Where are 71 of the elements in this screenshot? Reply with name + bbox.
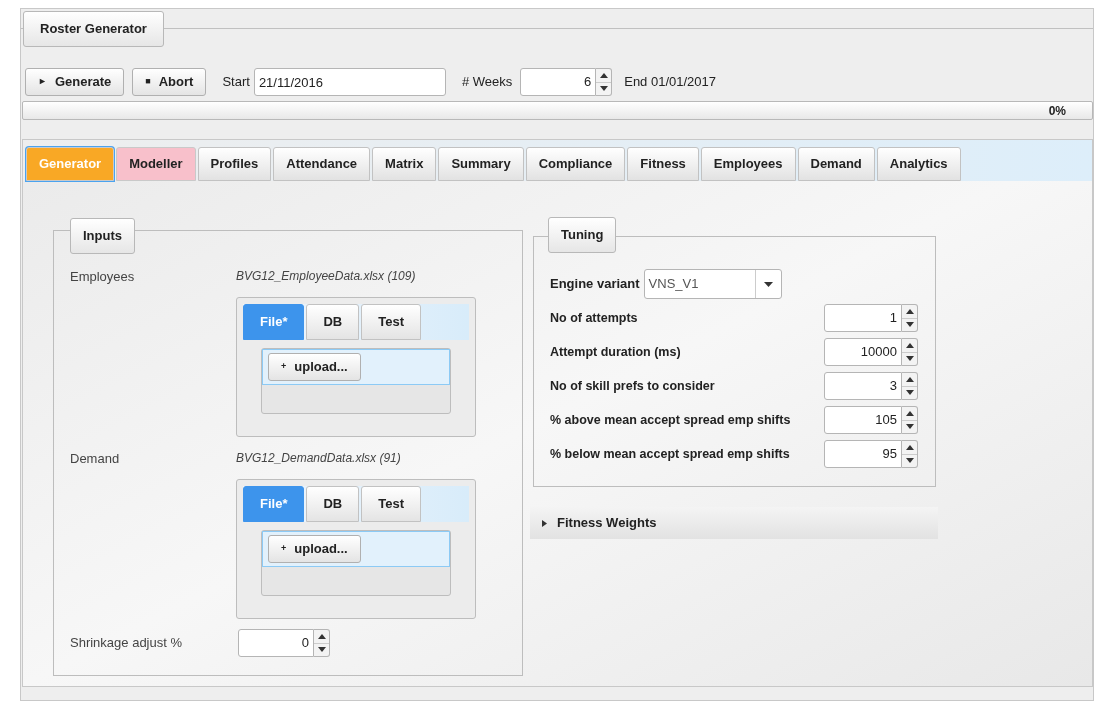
tab[interactable]: Demand	[797, 147, 875, 181]
tab[interactable]: Compliance	[525, 147, 626, 181]
up-arrow-icon[interactable]	[905, 308, 914, 314]
fitness-weights-header[interactable]: Fitness Weights	[530, 507, 938, 539]
tab[interactable]: Matrix	[372, 147, 437, 181]
number-field[interactable]: 95	[824, 440, 902, 468]
spin-buttons[interactable]	[902, 338, 918, 366]
down-arrow-icon[interactable]	[905, 458, 914, 464]
up-arrow-icon[interactable]	[905, 444, 914, 450]
tab[interactable]: Fitness	[627, 147, 699, 181]
number-field[interactable]: 105	[824, 406, 902, 434]
up-arrow-icon[interactable]	[599, 72, 608, 78]
spin-buttons[interactable]	[596, 68, 613, 96]
spin-buttons[interactable]	[902, 304, 918, 332]
window-title: Roster Generator	[23, 11, 164, 47]
tab[interactable]: Test	[361, 304, 421, 340]
spin-buttons[interactable]	[314, 629, 330, 657]
start-date-field[interactable]: 21/11/2016	[253, 68, 446, 96]
progress-reading: 0%	[1048, 103, 1066, 120]
group-title: Tuning	[548, 217, 617, 253]
start-label: Start	[222, 73, 250, 92]
up-arrow-icon[interactable]	[905, 410, 914, 416]
up-arrow-icon[interactable]	[905, 342, 914, 348]
file-field[interactable]: + upload...	[262, 349, 450, 385]
generate-button[interactable]: ► Generate	[25, 68, 125, 96]
down-arrow-icon[interactable]	[905, 390, 914, 396]
spin-buttons[interactable]	[902, 372, 918, 400]
tab[interactable]: Modeller	[116, 147, 196, 181]
collapsed-triangle-icon	[542, 519, 547, 527]
tab[interactable]: Summary	[438, 147, 524, 181]
tab[interactable]: Profiles	[197, 147, 272, 181]
field-label: Engine variant	[550, 275, 640, 294]
down-arrow-icon[interactable]	[905, 322, 914, 328]
spin-buttons[interactable]	[902, 406, 918, 434]
engine-variant-dropdown[interactable]: VNS_V1	[643, 269, 782, 299]
file-field[interactable]: + upload...	[262, 531, 450, 567]
caret-icon	[763, 281, 773, 287]
tab[interactable]: Test	[361, 486, 421, 522]
field-label: Shrinkage adjust %	[70, 634, 183, 653]
field-label: % below mean accept spread emp shifts	[550, 445, 791, 463]
number-field[interactable]: 0	[238, 629, 314, 657]
weeks-label: # Weeks	[461, 73, 513, 92]
field-label: Demand	[70, 450, 121, 468]
upload-button[interactable]: + upload...	[268, 353, 361, 381]
group-title: Inputs	[70, 218, 135, 254]
upload-button[interactable]: + upload...	[268, 535, 361, 563]
file-name: BVG12_DemandData.xlsx (91)	[236, 450, 401, 467]
field-label: Attempt duration (ms)	[550, 343, 682, 361]
field-label: No of skill prefs to consider	[550, 377, 716, 395]
file-name: BVG12_EmployeeData.xlsx (109)	[236, 268, 416, 285]
tab[interactable]: Employees	[700, 147, 796, 181]
abort-button[interactable]: ■ Abort	[132, 68, 207, 96]
number-field[interactable]: 1	[824, 304, 902, 332]
number-field[interactable]: 10000	[824, 338, 902, 366]
number-field[interactable]: 3	[824, 372, 902, 400]
tab[interactable]: DB	[306, 304, 360, 340]
tab[interactable]: Analytics	[876, 147, 961, 181]
field-label: % above mean accept spread emp shifts	[550, 411, 792, 429]
field-label: No of attempts	[550, 309, 639, 327]
tab[interactable]: Attendance	[273, 147, 371, 181]
tab[interactable]: DB	[306, 486, 360, 522]
down-arrow-icon[interactable]	[905, 424, 914, 430]
down-arrow-icon[interactable]	[317, 647, 326, 653]
spin-buttons[interactable]	[902, 440, 918, 468]
end-date-label: End 01/01/2017	[624, 73, 717, 92]
down-arrow-icon[interactable]	[599, 86, 608, 92]
down-arrow-icon[interactable]	[905, 356, 914, 362]
up-arrow-icon[interactable]	[905, 376, 914, 382]
up-arrow-icon[interactable]	[317, 633, 326, 639]
field-label: Employees	[70, 268, 136, 286]
number-field[interactable]: 6	[520, 68, 597, 96]
